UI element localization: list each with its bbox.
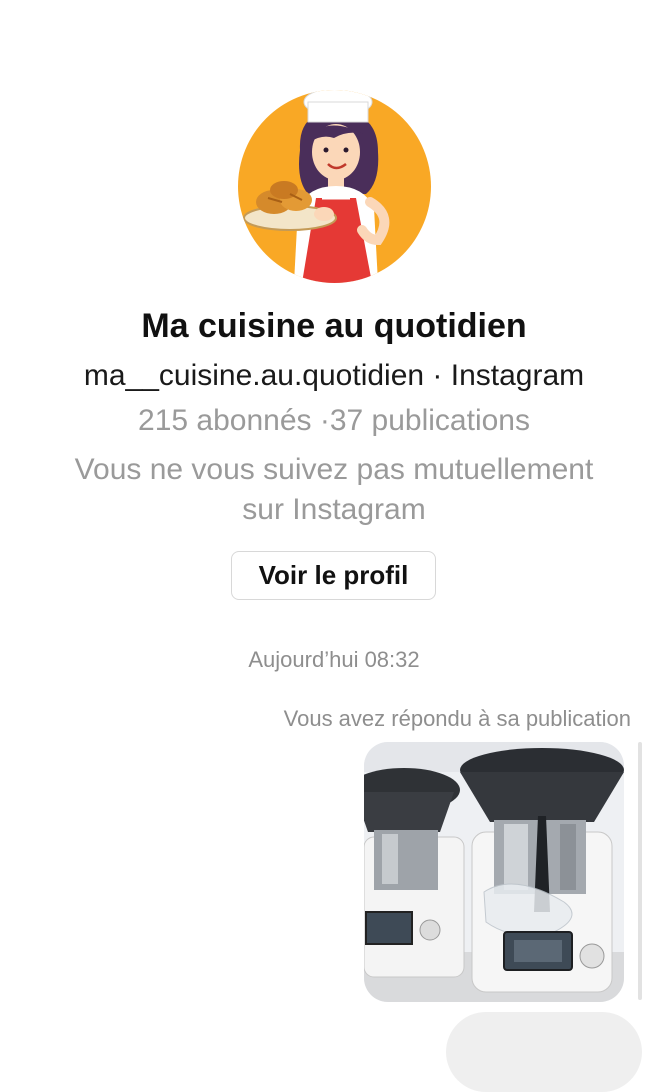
profile-stats: 215 abonnés ·37 publications xyxy=(138,404,530,437)
reply-indicator-bar xyxy=(638,742,642,1000)
mutual-line-2: sur Instagram xyxy=(242,493,426,526)
message-timestamp: Aujourd’hui 08:32 xyxy=(248,647,420,672)
chef-avatar-icon xyxy=(238,90,431,283)
reply-context-note: Vous avez répondu à sa publication xyxy=(283,706,631,731)
profile-avatar[interactable] xyxy=(238,90,431,283)
profile-handle: ma__cuisine.au.quotidien · Instagram xyxy=(83,359,585,392)
next-message-bubble xyxy=(446,1012,642,1092)
kitchen-robot-photo-icon xyxy=(364,742,624,1002)
mutual-line-1: Vous ne vous suivez pas mutuellement xyxy=(74,453,594,486)
shared-post-image[interactable] xyxy=(364,742,624,1002)
profile-name: Ma cuisine au quotidien xyxy=(141,307,527,345)
mutual-follow-notice: Vous ne vous suivez pas mutuellement sur… xyxy=(20,450,648,530)
view-profile-button[interactable]: Voir le profil xyxy=(231,551,436,600)
